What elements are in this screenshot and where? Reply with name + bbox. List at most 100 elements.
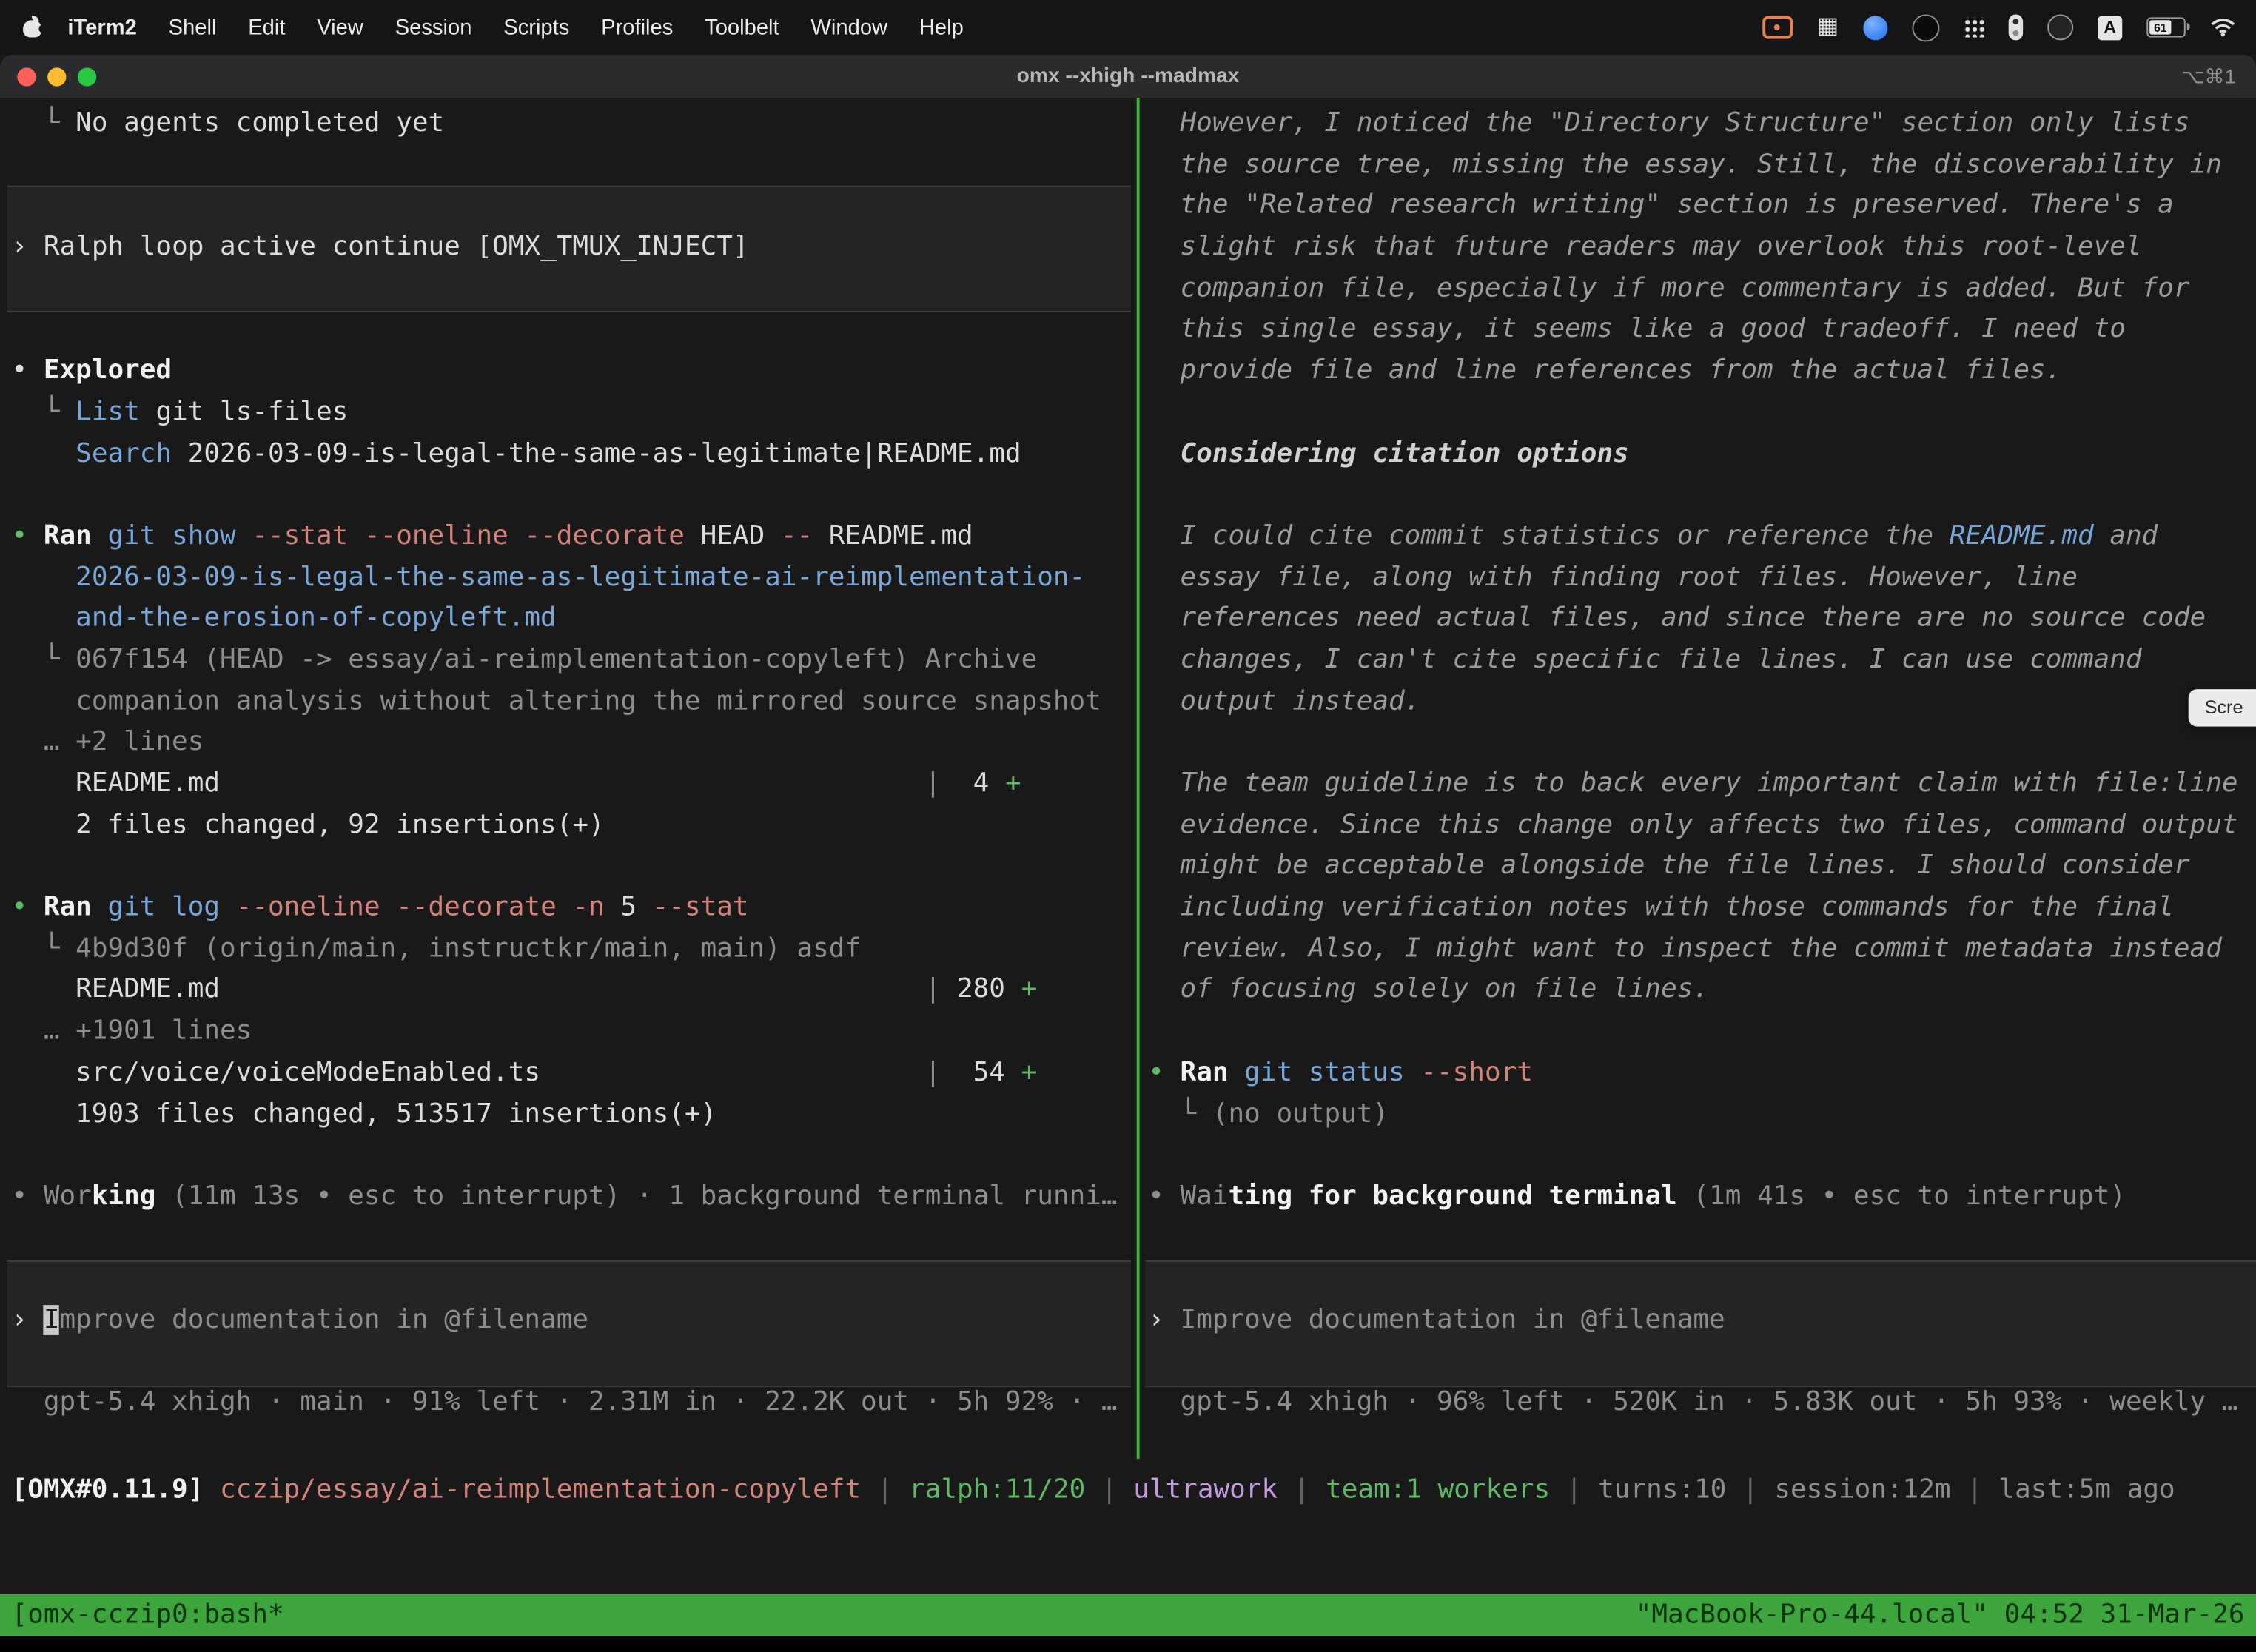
text-segment: (no output) (1212, 1098, 1389, 1129)
text-segment: 067f154 (HEAD -> essay/ai-reimplementati… (75, 645, 1037, 675)
terminal-line: gpt-5.4 xhigh · 96% left · 520K in · 5.8… (1148, 1383, 2256, 1425)
terminal-line: … +1901 lines (12, 1012, 1137, 1053)
text-segment: Wor (44, 1181, 92, 1212)
terminal-line: › Improve documentation in @filename (1148, 1300, 2256, 1342)
terminal-line (1148, 392, 2256, 434)
menu-item-help[interactable]: Help (903, 15, 979, 39)
text-segment: | (925, 768, 941, 799)
terminal-line: might be acceptable alongside the file l… (1148, 847, 2256, 888)
terminal-line: 1903 files changed, 513517 insertions(+) (12, 1094, 1137, 1135)
menu-item-session[interactable]: Session (379, 15, 488, 39)
terminal-line (12, 269, 1137, 310)
text-segment: of focusing solely on file lines. (1148, 975, 1709, 1005)
text-segment: [OMX_TMUX_INJECT] (476, 232, 748, 262)
text-segment: + (1021, 1057, 1038, 1087)
text-segment: I could cite commit statistics or refere… (1148, 520, 1950, 551)
terminal-line: companion analysis without altering the … (12, 682, 1137, 723)
text-segment: Improve documentation in @filename (1181, 1305, 1725, 1335)
text-segment: git ls-files (140, 397, 348, 427)
menu-item-window[interactable]: Window (795, 15, 903, 39)
text-segment: --oneline --decorate -n (236, 892, 605, 922)
menu-item-scripts[interactable]: Scripts (488, 15, 585, 39)
terminal-line (1148, 1135, 2256, 1177)
terminal-line: changes, I can't cite specific file line… (1148, 640, 2256, 682)
menu-item-shell[interactable]: Shell (152, 15, 232, 39)
text-segment: companion file, especially if more comme… (1148, 273, 2189, 303)
text-segment: └ (12, 397, 76, 427)
circle-app-icon[interactable] (1912, 13, 1939, 41)
text-segment: • (1148, 1057, 1180, 1087)
text-segment: 1903 files changed, 513517 insertions(+) (12, 1098, 717, 1129)
terminal-line: essay file, along with finding root file… (1148, 557, 2256, 599)
tmux-session-label: [omx-cczip0:bash* (12, 1600, 284, 1631)
compass-icon[interactable] (1863, 15, 1887, 39)
wifi-icon[interactable] (2210, 17, 2236, 37)
terminal-line: The team guideline is to back every impo… (1148, 764, 2256, 805)
text-segment: this single essay, it seems like a good … (1148, 315, 2126, 345)
menu-item-view[interactable]: View (301, 15, 379, 39)
terminal-line: src/voice/voiceModeEnabled.ts | 54 + (12, 1053, 1137, 1095)
text-segment: • (12, 1181, 44, 1212)
menu-item-iterm2[interactable]: iTerm2 (52, 15, 152, 39)
terminal-line: the "Related research writing" section i… (1148, 186, 2256, 227)
menu-bar: iTerm2ShellEditViewSessionScriptsProfile… (0, 0, 2256, 55)
badge-icon[interactable] (2047, 14, 2073, 40)
battery-icon[interactable]: 61 (2146, 17, 2185, 37)
terminal-line (1148, 1342, 2256, 1383)
terminal-line: README.md | 280 + (12, 970, 1137, 1012)
text-segment (92, 892, 108, 922)
pill-icon[interactable] (2009, 14, 2023, 40)
text-segment (540, 1057, 925, 1087)
terminal-line: • Working (11m 13s • esc to interrupt) ·… (12, 1177, 1137, 1218)
dots-grid-icon[interactable] (1964, 17, 1984, 37)
text-segment: might be acceptable alongside the file l… (1148, 851, 2189, 882)
grid-icon[interactable]: ▦ (1817, 16, 1839, 38)
window-title: omx --xhigh --madmax (0, 55, 2256, 98)
text-segment: | (1951, 1474, 1999, 1505)
screen-share-popup[interactable]: Scre (2189, 689, 2256, 727)
text-segment: Ran (1181, 1057, 1229, 1087)
terminal-line: this single essay, it seems like a good … (1148, 310, 2256, 352)
terminal-line: Considering citation options (1148, 434, 2256, 475)
text-segment: src/voice/voiceModeEnabled.ts (12, 1057, 541, 1087)
text-segment: and (2094, 520, 2158, 551)
menu-item-edit[interactable]: Edit (232, 15, 301, 39)
menu-item-toolbelt[interactable]: Toolbelt (689, 15, 795, 39)
text-segment: the source tree, missing the essay. Stil… (1148, 150, 2222, 180)
pane-divider[interactable] (1137, 98, 1140, 1459)
text-segment: git status (1244, 1057, 1405, 1087)
terminal-line: evidence. Since this change only affects… (1148, 805, 2256, 847)
text-segment: output instead. (1148, 686, 1420, 716)
text-segment: • (12, 520, 44, 551)
text-segment: 2 files changed, 92 insertions(+) (12, 810, 605, 840)
text-segment: | (925, 1057, 941, 1087)
text-segment (12, 438, 76, 469)
text-segment (12, 562, 76, 592)
text-segment: essay file, along with finding root file… (1148, 562, 2078, 592)
screen-recording-indicator-icon[interactable] (1762, 16, 1793, 38)
terminal-line: └ List git ls-files (12, 392, 1137, 434)
text-segment: | (1550, 1474, 1598, 1505)
keyboard-layout-icon[interactable]: A (2098, 15, 2122, 39)
menu-item-profiles[interactable]: Profiles (585, 15, 689, 39)
battery-percent: 61 (2154, 21, 2166, 33)
screen: iTerm2ShellEditViewSessionScriptsProfile… (0, 0, 2256, 1652)
terminal-line: › Ralph loop active continue [OMX_TMUX_I… (12, 227, 1137, 269)
text-segment: › (12, 1305, 44, 1335)
text-segment: mprove documentation in @filename (60, 1305, 589, 1335)
text-segment: Search (75, 438, 172, 469)
text-segment: Wai (1181, 1181, 1229, 1212)
text-segment: review. Also, I might want to inspect th… (1148, 933, 2222, 964)
apple-logo-icon[interactable] (23, 16, 43, 38)
text-segment: └ (12, 933, 76, 964)
text-segment: + (1021, 975, 1038, 1005)
terminal-line (12, 186, 1137, 227)
text-segment: | (861, 1474, 909, 1505)
text-segment: git log (107, 892, 220, 922)
text-segment: last:5m ago (1999, 1474, 2175, 1505)
text-segment: --short (1420, 1057, 1533, 1087)
window-title-bar[interactable]: omx --xhigh --madmax ⌥⌘1 (0, 55, 2256, 99)
terminal-line (1148, 1012, 2256, 1053)
terminal-line (12, 1259, 1137, 1300)
terminal-line: › Improve documentation in @filename (12, 1300, 1137, 1342)
